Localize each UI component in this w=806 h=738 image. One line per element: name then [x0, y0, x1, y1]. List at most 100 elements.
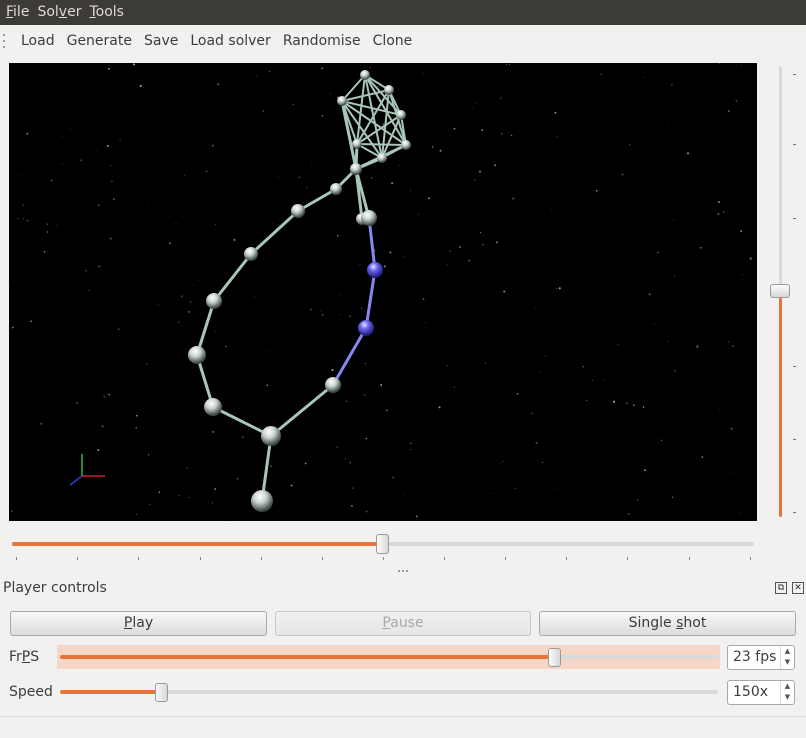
- timeline-tick: [505, 557, 506, 560]
- fps-slider-track[interactable]: [555, 655, 718, 659]
- star: [349, 315, 352, 318]
- star: [653, 323, 655, 325]
- star: [76, 402, 78, 404]
- star: [512, 197, 515, 200]
- star: [85, 269, 88, 272]
- menu-solver-label-prefix: Sol: [37, 4, 59, 20]
- speed-slider-track[interactable]: [162, 690, 718, 694]
- close-icon[interactable]: ✕: [792, 582, 804, 594]
- star: [717, 200, 721, 204]
- star: [242, 436, 244, 438]
- single-shot-button[interactable]: Single shot: [539, 611, 796, 636]
- star: [688, 407, 690, 409]
- star: [510, 134, 513, 137]
- menu-tools[interactable]: Tools: [85, 0, 128, 25]
- speed-up-icon[interactable]: ▲: [781, 681, 794, 692]
- star: [180, 295, 183, 298]
- star: [61, 136, 63, 138]
- speed-spinbox[interactable]: 150x ▲ ▼: [727, 680, 795, 705]
- clone-button[interactable]: Clone: [367, 27, 419, 55]
- float-icon[interactable]: ⧉: [775, 582, 787, 594]
- star: [722, 211, 725, 213]
- fps-up-icon[interactable]: ▲: [781, 646, 794, 657]
- app-window: File Solver Tools Load Generate Save Loa…: [0, 0, 806, 738]
- star: [674, 370, 676, 372]
- speed-value[interactable]: 150x: [733, 684, 768, 700]
- star: [92, 212, 94, 214]
- pause-button[interactable]: Pause: [275, 611, 531, 636]
- play-button[interactable]: Play: [10, 611, 267, 636]
- star: [47, 231, 49, 233]
- star: [98, 265, 101, 268]
- fps-spinbox[interactable]: 23 fps ▲ ▼: [727, 645, 795, 670]
- star: [134, 79, 136, 81]
- timeline-slider-fill[interactable]: [12, 542, 382, 546]
- single-shot-label: hot: [683, 615, 707, 631]
- fps-slider-fill[interactable]: [60, 655, 555, 659]
- star: [214, 488, 216, 490]
- star: [26, 132, 29, 135]
- graph-node: [377, 153, 387, 163]
- star: [403, 255, 405, 257]
- speed-down-icon[interactable]: ▼: [781, 692, 794, 703]
- star: [428, 197, 430, 200]
- star: [135, 513, 138, 516]
- randomise-button[interactable]: Randomise: [277, 27, 367, 55]
- star: [431, 145, 434, 148]
- star: [699, 246, 702, 249]
- zoom-slider-fill[interactable]: [779, 291, 782, 517]
- timeline-slider-track[interactable]: [382, 542, 754, 546]
- timeline-slider-handle[interactable]: [376, 534, 389, 554]
- star: [473, 178, 476, 181]
- star: [449, 250, 451, 252]
- zoom-slider[interactable]: [770, 66, 796, 520]
- zoom-slider-track[interactable]: [779, 66, 782, 291]
- zoom-slider-handle[interactable]: [770, 284, 790, 298]
- load-solver-button[interactable]: Load solver: [184, 27, 276, 55]
- star: [535, 69, 537, 71]
- timeline-slider[interactable]: [12, 534, 756, 562]
- splitter-handle[interactable]: [398, 570, 408, 574]
- star: [719, 408, 721, 410]
- speed-slider-handle[interactable]: [155, 683, 168, 702]
- star: [422, 298, 425, 301]
- menu-file-label: ile: [13, 4, 30, 20]
- star: [108, 67, 110, 70]
- star: [211, 502, 214, 504]
- speed-slider-fill[interactable]: [60, 690, 162, 694]
- star: [550, 209, 552, 210]
- timeline-tick: [444, 557, 445, 560]
- scene-canvas[interactable]: [9, 63, 757, 521]
- fps-slider-handle[interactable]: [548, 648, 561, 667]
- toolbar-grip-handle[interactable]: [3, 34, 13, 48]
- star: [97, 149, 99, 151]
- star: [621, 173, 624, 176]
- star: [500, 97, 502, 99]
- star: [66, 466, 68, 467]
- graph-node: [352, 139, 362, 149]
- graph-node: [261, 426, 281, 446]
- graph-link: [212, 253, 253, 302]
- star: [158, 304, 160, 306]
- star: [46, 223, 48, 225]
- 3d-viewport[interactable]: [9, 63, 757, 521]
- star: [423, 73, 425, 75]
- fps-value[interactable]: 23 fps: [733, 649, 776, 665]
- star: [110, 164, 112, 167]
- menu-solver[interactable]: Solver: [33, 0, 85, 25]
- fps-down-icon[interactable]: ▼: [781, 657, 794, 668]
- star: [732, 471, 734, 473]
- axes-gizmo-icon: [69, 454, 105, 486]
- menu-file[interactable]: File: [2, 0, 33, 25]
- star: [169, 242, 171, 245]
- star: [135, 414, 138, 417]
- save-button[interactable]: Save: [138, 27, 184, 55]
- star: [217, 83, 220, 86]
- timeline-tick: [16, 557, 17, 560]
- star: [23, 218, 25, 220]
- star: [113, 198, 115, 200]
- load-button[interactable]: Load: [15, 27, 61, 55]
- star: [336, 446, 338, 448]
- star: [648, 293, 651, 296]
- generate-button[interactable]: Generate: [61, 27, 138, 55]
